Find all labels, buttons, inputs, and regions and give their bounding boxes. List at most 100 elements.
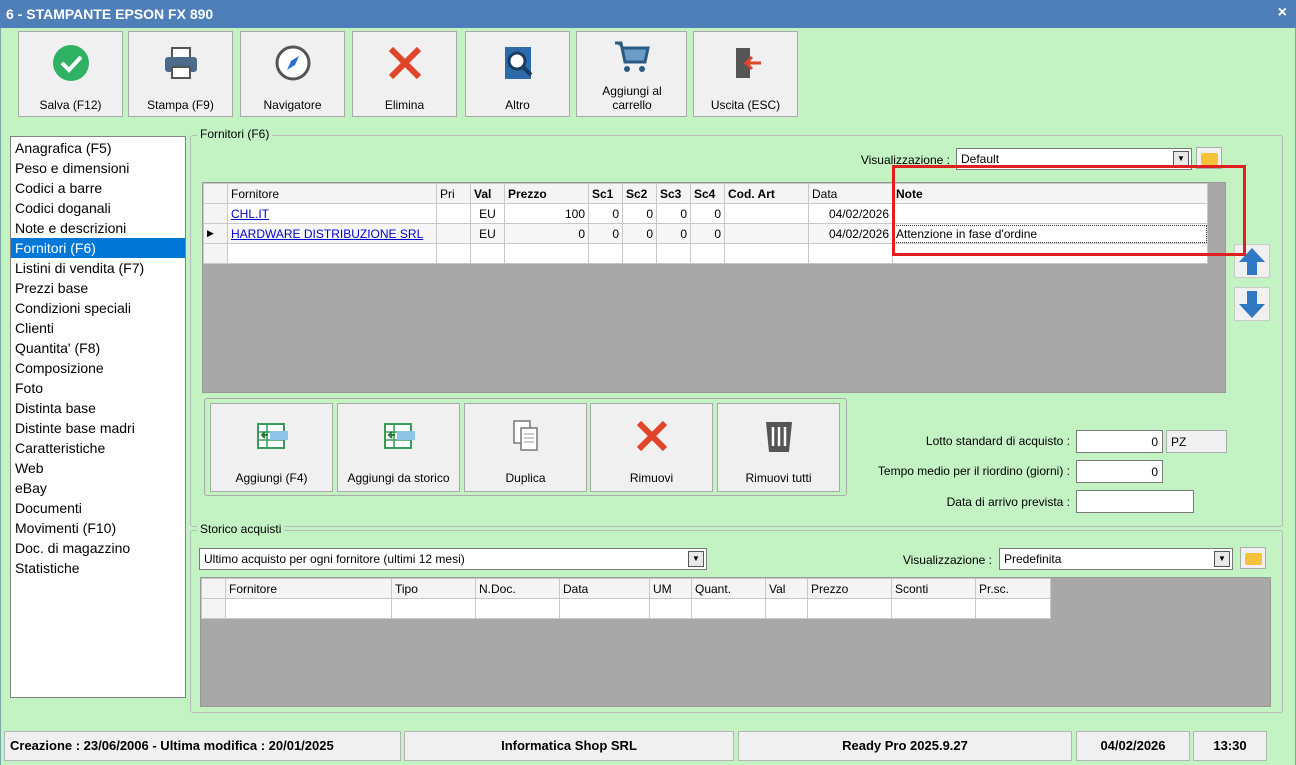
cell-fornitore[interactable]: CHL.IT [227,203,437,224]
nav-item[interactable]: Quantita' (F8) [11,338,185,358]
cell-prezzo: 0 [504,223,589,244]
storico-table: Fornitore Tipo N.Doc. Data UM Quant. Val Prezzo… [201,578,1051,619]
column-header[interactable]: Sconti [891,578,976,599]
column-header[interactable]: Fornitore [225,578,392,599]
nav-item[interactable]: Distinte base madri [11,418,185,438]
nav-item[interactable]: Movimenti (F10) [11,518,185,538]
more-button[interactable]: Altro [465,31,570,117]
storico-view-dropdown[interactable]: Predefinita ▼ [999,548,1233,570]
column-header[interactable]: Prezzo [504,183,589,204]
nav-item[interactable]: Fornitori (F6) [11,238,185,258]
delete-button[interactable]: Elimina [352,31,457,117]
column-header[interactable]: Sc4 [690,183,725,204]
column-header[interactable]: Fornitore [227,183,437,204]
nav-item[interactable]: Documenti [11,498,185,518]
folder-icon[interactable] [1240,547,1266,569]
empty-cell [691,598,766,619]
table-row[interactable] [201,598,1051,619]
column-header[interactable]: Tipo [391,578,476,599]
nav-item[interactable]: Note e descrizioni [11,218,185,238]
add-from-history-button[interactable]: Aggiungi da storico [337,403,460,492]
column-header[interactable]: Data [808,183,893,204]
empty-cell [807,598,892,619]
duplicate-button[interactable]: Duplica [464,403,587,492]
nav-item[interactable]: Anagrafica (F5) [11,138,185,158]
arrivo-input[interactable] [1076,490,1194,513]
cell-cod [724,223,809,244]
column-header[interactable]: UM [649,578,692,599]
status-dates: Creazione : 23/06/2006 - Ultima modifica… [4,731,401,761]
row-indicator [203,203,228,224]
cell-val: EU [470,223,505,244]
move-down-button[interactable] [1234,287,1270,321]
storico-filter-dropdown[interactable]: Ultimo acquisto per ogni fornitore (ulti… [199,548,707,570]
nav-item[interactable]: Distinta base [11,398,185,418]
remove-all-button[interactable]: Rimuovi tutti [717,403,840,492]
save-button[interactable]: Salva (F12) [18,31,123,117]
nav-item[interactable]: Clienti [11,318,185,338]
add-to-cart-button[interactable]: Aggiungi al carrello [576,31,687,117]
navigator-button[interactable]: Navigatore [240,31,345,117]
column-header[interactable]: N.Doc. [475,578,560,599]
row-indicator-header [201,578,226,599]
print-button[interactable]: Stampa (F9) [128,31,233,117]
nav-item[interactable]: Web [11,458,185,478]
cell-fornitore[interactable]: HARDWARE DISTRIBUZIONE SRL [227,223,437,244]
nav-item[interactable]: Statistiche [11,558,185,578]
cell-prezzo: 100 [504,203,589,224]
print-label: Stampa (F9) [147,98,214,112]
more-label: Altro [505,98,530,112]
empty-cell [504,243,589,264]
empty-cell [588,243,623,264]
nav-item[interactable]: Prezzi base [11,278,185,298]
column-header[interactable]: Prezzo [807,578,892,599]
column-header[interactable]: Val [470,183,505,204]
cell-sc2: 0 [622,223,657,244]
column-header[interactable]: Quant. [691,578,766,599]
tempo-input[interactable]: 0 [1076,460,1163,483]
nav-item[interactable]: eBay [11,478,185,498]
column-header[interactable]: Pri [436,183,471,204]
nav-item[interactable]: Codici a barre [11,178,185,198]
remove-button[interactable]: Rimuovi [590,403,713,492]
add-from-history-label: Aggiungi da storico [347,471,450,485]
column-header[interactable]: Cod. Art [724,183,809,204]
chevron-down-icon[interactable]: ▼ [1214,551,1230,567]
row-indicator: ▶ [203,223,228,244]
empty-cell [808,243,893,264]
column-header[interactable]: Data [559,578,650,599]
add-to-cart-label: Aggiungi al carrello [602,84,662,112]
nav-item[interactable]: Peso e dimensioni [11,158,185,178]
window-titlebar: 6 - STAMPANTE EPSON FX 890 × [0,0,1296,28]
section-nav: Anagrafica (F5) Peso e dimensioni Codici a… [10,136,186,698]
column-header[interactable]: Sc2 [622,183,657,204]
lotto-input[interactable]: 0 [1076,430,1163,453]
cell-data: 04/02/2026 [808,203,893,224]
exit-button[interactable]: Uscita (ESC) [693,31,798,117]
row-indicator [201,598,226,619]
nav-item[interactable]: Codici doganali [11,198,185,218]
empty-cell [975,598,1051,619]
add-button[interactable]: Aggiungi (F4) [210,403,333,492]
chevron-down-icon[interactable]: ▼ [688,551,704,567]
exit-label: Uscita (ESC) [710,98,781,112]
navigator-label: Navigatore [263,98,322,112]
nav-item[interactable]: Composizione [11,358,185,378]
empty-cell [470,243,505,264]
empty-cell [436,243,471,264]
column-header[interactable]: Pr.sc. [975,578,1051,599]
close-icon[interactable]: × [1278,4,1287,22]
nav-item[interactable]: Listini di vendita (F7) [11,258,185,278]
column-header[interactable]: Sc1 [588,183,623,204]
remove-all-label: Rimuovi tutti [745,471,812,485]
nav-item[interactable]: Condizioni speciali [11,298,185,318]
storico-view-value: Predefinita [1004,552,1062,566]
nav-item[interactable]: Foto [11,378,185,398]
view-value: Default [961,152,1000,166]
nav-item[interactable]: Doc. di magazzino [11,538,185,558]
column-header[interactable]: Sc3 [656,183,691,204]
cell-sc4: 0 [690,223,725,244]
nav-item[interactable]: Caratteristiche [11,438,185,458]
column-header[interactable]: Val [765,578,808,599]
compass-icon [275,45,310,81]
